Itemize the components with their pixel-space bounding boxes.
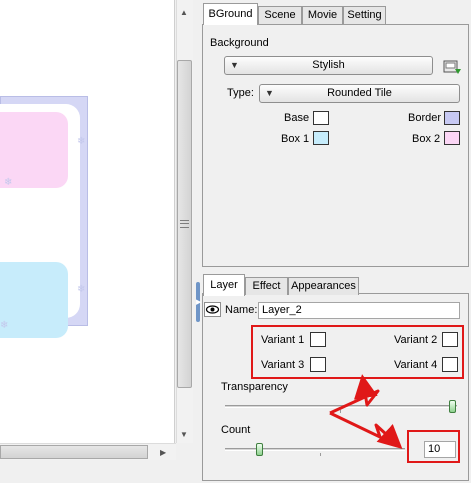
annotation-arrow-to-count	[329, 411, 403, 450]
annotation-arrows	[329, 374, 403, 450]
annotation-arrow-to-variants	[329, 374, 380, 415]
